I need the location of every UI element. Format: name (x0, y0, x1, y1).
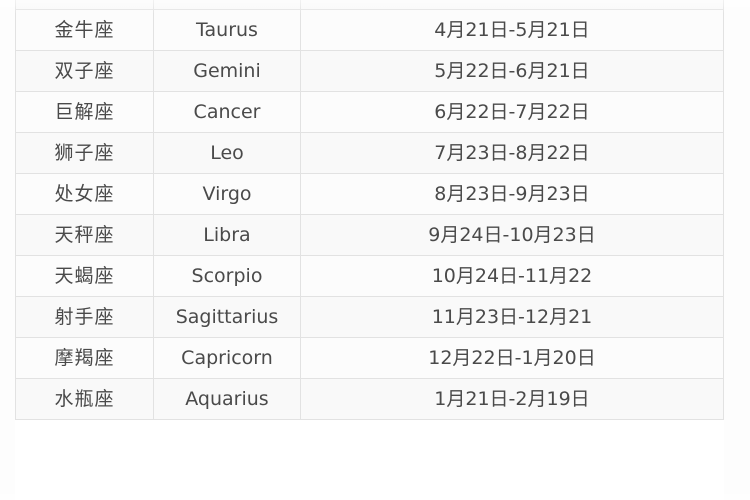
screenshot-root: 白羊座Aries3月21日-4月20日金牛座Taurus4月21日-5月21日双… (0, 0, 750, 500)
cell-chinese-name: 天蝎座 (15, 255, 154, 297)
cell-english-name: Cancer (153, 91, 301, 133)
cell-date-range: 1月21日-2月19日 (300, 378, 724, 420)
cell-chinese-name: 巨解座 (15, 91, 154, 133)
table-row: 白羊座Aries3月21日-4月20日 (15, 0, 724, 10)
table-row: 摩羯座 Capricorn 12月22日-1月20日 (15, 337, 724, 379)
table-row: 水瓶座 Aquarius 1月21日-2月19日 (15, 378, 724, 420)
cell-english-name: Aries (153, 0, 301, 10)
cell-chinese-name: 白羊座 (15, 0, 154, 10)
cell-english-name: Capricorn (153, 337, 301, 379)
cell-english-name: Scorpio (153, 255, 301, 297)
cell-chinese-name: 射手座 (15, 296, 154, 338)
table-row: 射手座 Sagittarius 11月23日-12月21 (15, 296, 724, 338)
cell-date-range: 8月23日-9月23日 (300, 173, 724, 215)
zodiac-table-body: 白羊座Aries3月21日-4月20日金牛座Taurus4月21日-5月21日双… (15, 0, 724, 420)
cell-english-name: Taurus (153, 9, 301, 51)
cell-date-range: 11月23日-12月21 (300, 296, 724, 338)
zodiac-sign-table: 白羊座Aries3月21日-4月20日金牛座Taurus4月21日-5月21日双… (15, 0, 724, 420)
right-page-margin (724, 0, 750, 500)
cell-english-name: Aquarius (153, 378, 301, 420)
table-row: 狮子座 Leo 7月23日-8月22日 (15, 132, 724, 174)
cell-chinese-name: 狮子座 (15, 132, 154, 174)
table-row: 巨解座 Cancer 6月22日-7月22日 (15, 91, 724, 133)
table-row: 处女座 Virgo 8月23日-9月23日 (15, 173, 724, 215)
cell-english-name: Gemini (153, 50, 301, 92)
cell-english-name: Libra (153, 214, 301, 256)
table-row: 金牛座 Taurus 4月21日-5月21日 (15, 9, 724, 51)
cell-date-range: 5月22日-6月21日 (300, 50, 724, 92)
cell-english-name: Virgo (153, 173, 301, 215)
table-row: 双子座 Gemini 5月22日-6月21日 (15, 50, 724, 92)
cell-chinese-name: 天秤座 (15, 214, 154, 256)
cell-date-range: 9月24日-10月23日 (300, 214, 724, 256)
cell-chinese-name: 双子座 (15, 50, 154, 92)
cell-english-name: Sagittarius (153, 296, 301, 338)
cell-chinese-name: 处女座 (15, 173, 154, 215)
cell-chinese-name: 摩羯座 (15, 337, 154, 379)
table-row: 天秤座 Libra 9月24日-10月23日 (15, 214, 724, 256)
cell-date-range: 12月22日-1月20日 (300, 337, 724, 379)
cell-date-range: 4月21日-5月21日 (300, 9, 724, 51)
cell-date-range: 6月22日-7月22日 (300, 91, 724, 133)
table-row: 天蝎座 Scorpio 10月24日-11月22 (15, 255, 724, 297)
cell-date-range: 10月24日-11月22 (300, 255, 724, 297)
cell-chinese-name: 金牛座 (15, 9, 154, 51)
cell-date-range: 7月23日-8月22日 (300, 132, 724, 174)
cell-date-range: 3月21日-4月20日 (300, 0, 724, 10)
cell-english-name: Leo (153, 132, 301, 174)
left-page-margin (0, 0, 15, 500)
cell-chinese-name: 水瓶座 (15, 378, 154, 420)
